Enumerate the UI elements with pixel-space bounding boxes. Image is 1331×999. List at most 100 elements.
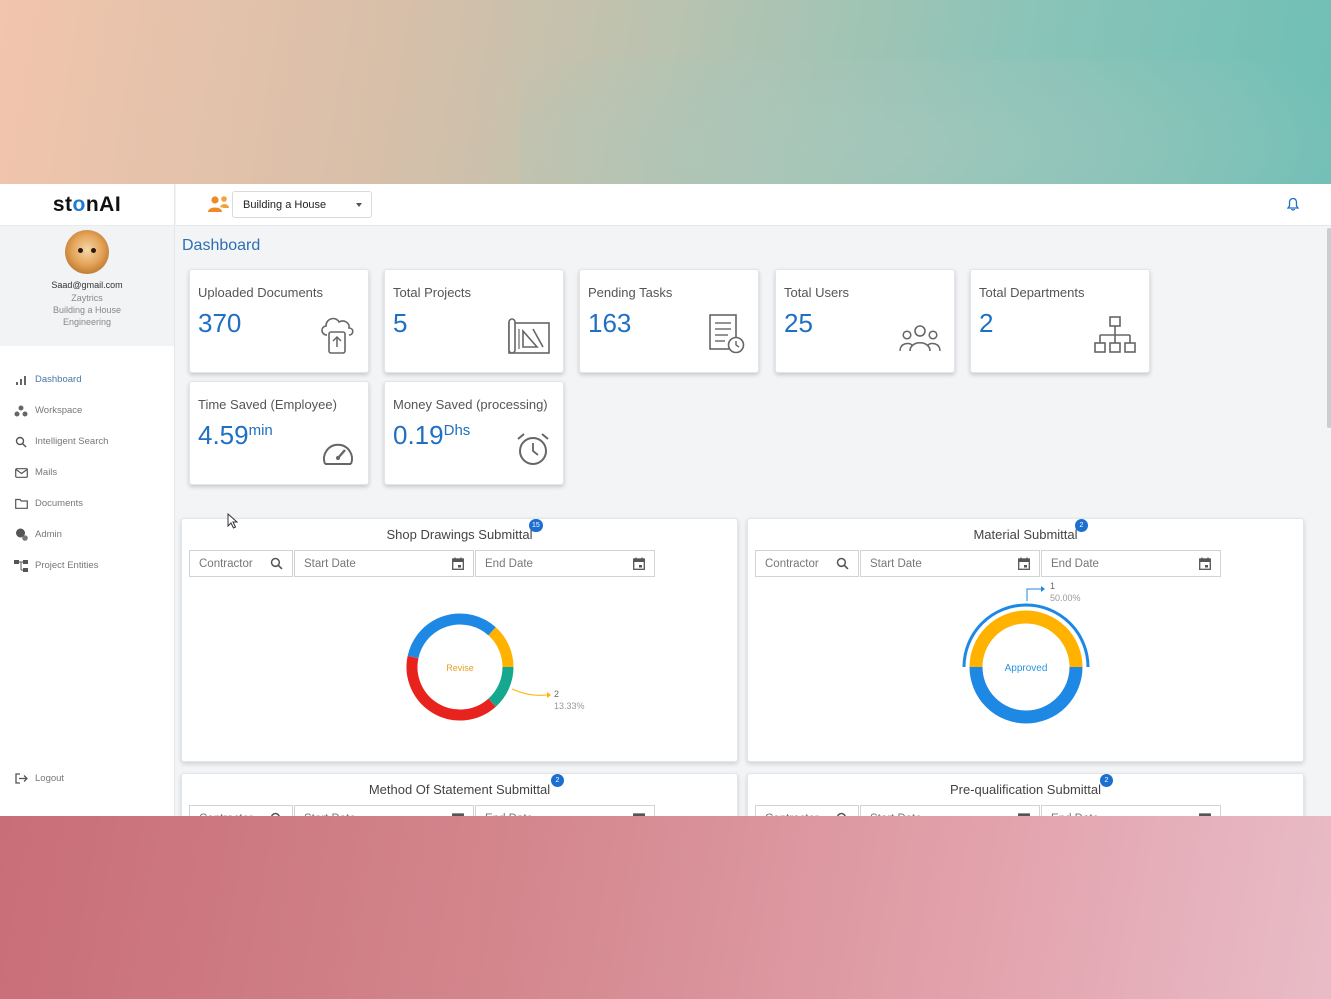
scrollbar[interactable]: [1327, 228, 1331, 428]
calendar-icon[interactable]: [633, 812, 645, 816]
logout-label: Logout: [35, 773, 65, 784]
sidebar-item-documents[interactable]: Documents: [0, 488, 174, 519]
contractor-input[interactable]: Contractor: [755, 805, 859, 816]
users-icon: [898, 323, 942, 360]
shop-drawings-donut-chart: Revise 2 13.33%: [406, 613, 585, 721]
hierarchy-icon: [14, 559, 28, 573]
mouse-cursor-icon: [227, 512, 239, 534]
background-top: [0, 0, 1331, 280]
bar-chart-icon: [14, 373, 28, 387]
search-icon[interactable]: [270, 812, 283, 816]
sidebar-item-label: Project Entities: [35, 560, 99, 571]
start-date-input[interactable]: Start Date: [294, 805, 474, 816]
stat-unit: min: [248, 422, 273, 439]
app-logo[interactable]: st o nAI: [0, 184, 174, 226]
logo-text-pre: st: [52, 192, 73, 216]
chart-center-label: Approved: [1005, 663, 1048, 674]
user-company: Zaytrics: [71, 293, 103, 303]
folder-icon: [14, 497, 28, 511]
count-badge: 2: [1100, 774, 1113, 787]
avatar[interactable]: [65, 230, 109, 274]
stat-value: 5: [393, 308, 408, 338]
end-date-input[interactable]: End Date: [475, 805, 655, 816]
task-clock-icon: [708, 313, 746, 360]
alarm-clock-icon: [515, 431, 551, 472]
panel-method-of-statement: Method Of Statement Submittal 2 Contract…: [181, 773, 738, 816]
stat-card-uploaded-documents[interactable]: Uploaded Documents 370: [189, 269, 369, 373]
stat-card-total-departments[interactable]: Total Departments 2: [970, 269, 1150, 373]
chart-callout-percent: 13.33%: [554, 701, 585, 711]
speedometer-icon: [320, 437, 356, 472]
stat-card-total-projects[interactable]: Total Projects 5: [384, 269, 564, 373]
sidebar-item-label: Documents: [35, 498, 84, 509]
stat-value: 25: [784, 308, 813, 338]
sidebar-item-intelligent-search[interactable]: Intelligent Search: [0, 426, 174, 457]
blueprint-icon: [507, 317, 551, 360]
stat-label: Total Departments: [979, 285, 1085, 300]
donut-slice[interactable]: [969, 610, 1083, 668]
chart-callout-percent: 50.00%: [1050, 593, 1081, 603]
end-date-input[interactable]: End Date: [1041, 805, 1221, 816]
search-icon: [14, 435, 28, 449]
chart-center-label: Revise: [446, 663, 474, 673]
calendar-icon[interactable]: [452, 812, 464, 816]
workspace-icon: [14, 404, 28, 418]
panel-material: Material Submittal 2 Contractor Start Da…: [747, 518, 1304, 762]
stat-value: 0.19Dhs: [393, 420, 471, 450]
main-content: Dashboard Uploaded Documents 370 Total P…: [176, 226, 1327, 816]
calendar-icon[interactable]: [1199, 812, 1211, 816]
topbar: Building a House: [176, 184, 1331, 226]
sidebar-item-project-entities[interactable]: Project Entities: [0, 550, 174, 581]
bell-icon[interactable]: [1286, 197, 1300, 216]
cloud-upload-icon: [318, 311, 356, 360]
sidebar-item-label: Intelligent Search: [35, 436, 109, 447]
panel-title: Method Of Statement Submittal: [368, 782, 551, 797]
donut-slice[interactable]: [969, 666, 1083, 724]
logout-icon: [14, 772, 28, 786]
sidebar-item-admin[interactable]: Admin: [0, 519, 174, 550]
sidebar-item-workspace[interactable]: Workspace: [0, 395, 174, 426]
project-select[interactable]: Building a House: [232, 191, 372, 218]
logout-button[interactable]: Logout: [0, 763, 64, 794]
logo-text-o: o: [72, 192, 86, 216]
contractor-input[interactable]: Contractor: [189, 805, 293, 816]
sidebar-item-label: Mails: [35, 467, 58, 478]
material-donut-chart: Approved 1 50.00%: [962, 581, 1090, 724]
stat-card-money-saved[interactable]: Money Saved (processing) 0.19Dhs: [384, 381, 564, 485]
chevron-down-icon: [356, 203, 362, 207]
start-date-input[interactable]: Start Date: [860, 805, 1040, 816]
stat-label: Pending Tasks: [588, 285, 673, 300]
stat-label: Uploaded Documents: [198, 285, 324, 300]
project-select-value: Building a House: [243, 198, 327, 211]
chart-callout-count: 2: [554, 689, 559, 699]
stat-card-pending-tasks[interactable]: Pending Tasks 163: [579, 269, 759, 373]
admin-icon: [14, 528, 28, 542]
stat-value: 163: [588, 308, 632, 338]
panel-title: Pre-qualification Submittal: [949, 782, 1102, 797]
chart-callout-count: 1: [1050, 581, 1055, 591]
sidebar-nav: Dashboard Workspace Intelligent Search M…: [0, 364, 174, 581]
sidebar-item-label: Admin: [35, 529, 62, 540]
stat-card-total-users[interactable]: Total Users 25: [775, 269, 955, 373]
stat-label: Total Users: [784, 285, 850, 300]
donut-slice[interactable]: [488, 666, 514, 707]
user-profile: Saad@gmail.com Zaytrics Building a House…: [0, 226, 174, 346]
user-project: Building a House: [52, 305, 122, 315]
sidebar-item-mails[interactable]: Mails: [0, 457, 174, 488]
page-title: Dashboard: [182, 237, 261, 254]
sidebar-item-dashboard[interactable]: Dashboard: [0, 364, 174, 395]
stat-label: Total Projects: [393, 285, 472, 300]
calendar-icon[interactable]: [1018, 812, 1030, 816]
donut-slice[interactable]: [488, 627, 514, 668]
donut-slice[interactable]: [407, 613, 496, 659]
search-icon[interactable]: [836, 812, 849, 816]
stat-value: 4.59min: [198, 420, 273, 450]
user-email: Saad@gmail.com: [51, 280, 123, 290]
background-bottom: [0, 816, 1331, 999]
panel-pre-qualification: Pre-qualification Submittal 2 Contractor…: [747, 773, 1304, 816]
filter-bar: Contractor Start Date End Date: [189, 805, 656, 816]
sidebar-item-label: Dashboard: [35, 374, 82, 385]
stat-card-time-saved[interactable]: Time Saved (Employee) 4.59min: [189, 381, 369, 485]
stat-label: Time Saved (Employee): [198, 397, 337, 412]
count-badge: 2: [551, 774, 564, 787]
